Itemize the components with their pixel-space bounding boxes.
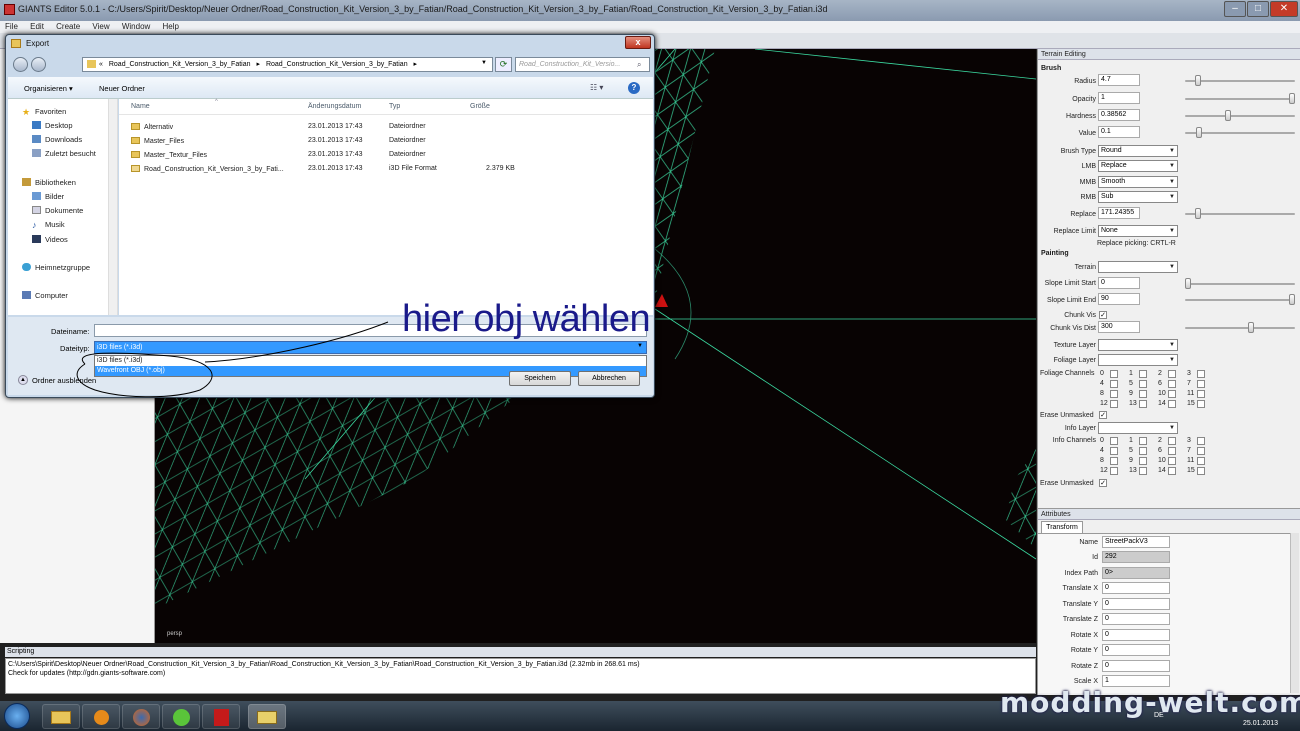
annotation-text: hier obj wählen (402, 298, 651, 340)
annotation-scribble (76, 321, 389, 398)
